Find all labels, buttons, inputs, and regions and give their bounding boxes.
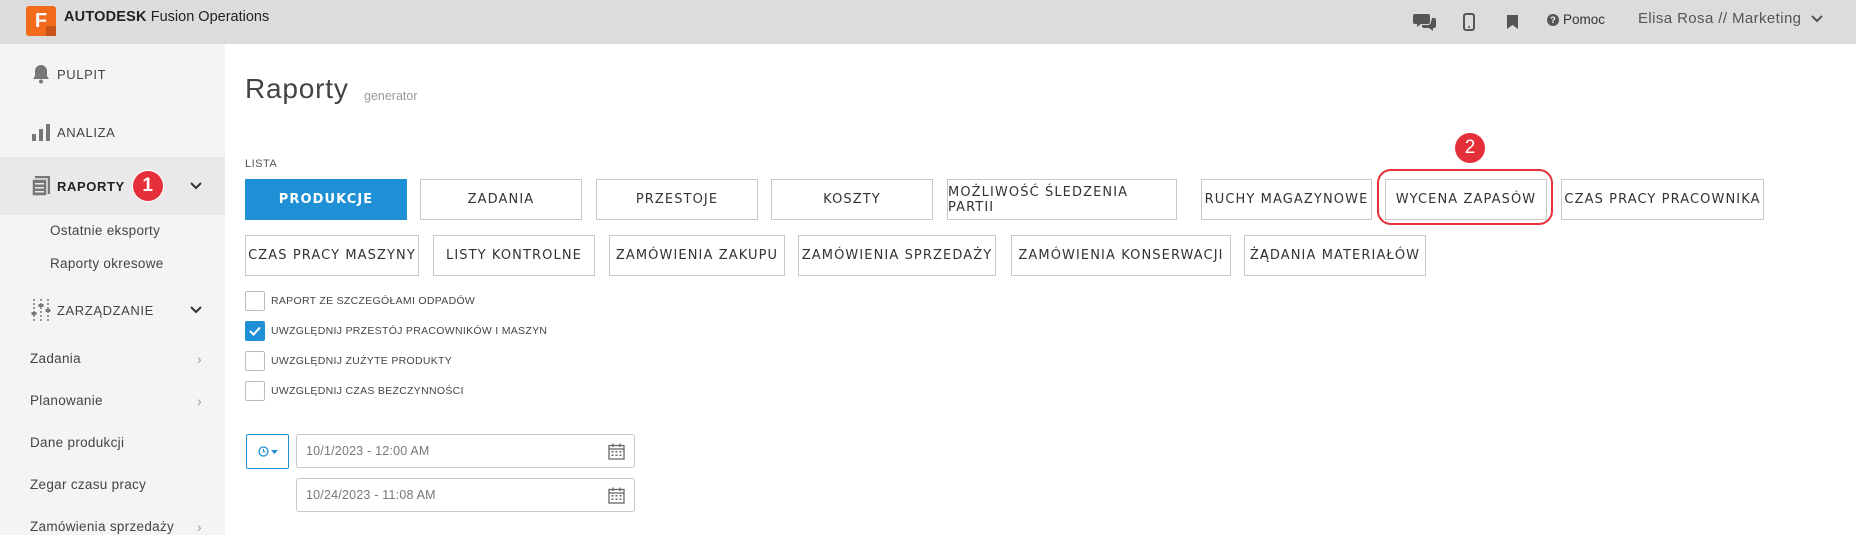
date-from-value: 10/1/2023 - 12:00 AM: [306, 444, 430, 458]
sidebar-item-label: PULPIT: [57, 66, 107, 82]
option-label: UWZGLĘDNIJ ZUŻYTE PRODUKTY: [271, 355, 453, 367]
annotation-badge-1: 1: [133, 171, 163, 201]
calendar-icon[interactable]: [608, 487, 625, 504]
report-button-zamowienia-konserwacji[interactable]: ZAMÓWIENIA KONSERWACJI: [1011, 235, 1231, 276]
chevron-right-icon: ›: [197, 393, 202, 409]
sidebar-item-label: Planowanie: [30, 393, 103, 408]
brand-product: Fusion Operations: [150, 9, 270, 25]
mobile-icon[interactable]: [1457, 10, 1481, 34]
sliders-icon: [28, 299, 54, 321]
report-button-przestoje[interactable]: PRZESTOJE: [596, 179, 758, 220]
report-button-zamowienia-zakupu[interactable]: ZAMÓWIENIA ZAKUPU: [609, 235, 785, 276]
time-range-dropdown[interactable]: [246, 434, 289, 469]
chat-icon[interactable]: [1413, 10, 1437, 34]
option-przestoj[interactable]: UWZGLĘDNIJ PRZESTÓJ PRACOWNIKÓW I MASZYN: [245, 321, 547, 341]
sidebar-item-zarzadzanie[interactable]: ZARZĄDZANIE: [0, 288, 225, 332]
top-bar: F AUTODESK Fusion Operations ? Pomoc Eli…: [0, 0, 1856, 44]
option-label: RAPORT ZE SZCZEGÓŁAMI ODPADÓW: [271, 295, 476, 307]
chevron-down-icon: [1811, 14, 1824, 22]
option-label: UWZGLĘDNIJ PRZESTÓJ PRACOWNIKÓW I MASZYN: [271, 325, 548, 337]
page-title: Raporty: [245, 73, 349, 104]
chevron-down-icon[interactable]: [190, 182, 202, 190]
annotation-badge-2: 2: [1455, 133, 1485, 163]
sidebar-item-analiza[interactable]: ANALIZA: [0, 112, 225, 152]
report-button-zamowienia-sprzedazy[interactable]: ZAMÓWIENIA SPRZEDAŻY: [798, 235, 996, 276]
checkbox[interactable]: [245, 351, 265, 371]
report-icon: [28, 175, 54, 197]
option-odpady[interactable]: RAPORT ZE SZCZEGÓŁAMI ODPADÓW: [245, 291, 475, 311]
help-link[interactable]: ? Pomoc: [1547, 12, 1605, 27]
sidebar-item-label: ZARZĄDZANIE: [57, 302, 154, 318]
annotation-highlight: [1377, 169, 1553, 225]
report-button-produkcje[interactable]: PRODUKCJE: [245, 179, 407, 220]
sidebar-subitem-ostatnie-eksporty[interactable]: Ostatnie eksporty: [50, 223, 160, 238]
bar-chart-icon: [28, 123, 54, 141]
checkmark-icon: [249, 326, 261, 336]
report-button-ruchy-magazynowe[interactable]: RUCHY MAGAZYNOWE: [1201, 179, 1372, 220]
sidebar-item-dane-produkcji[interactable]: Dane produkcji: [30, 435, 200, 450]
bell-icon: [28, 64, 54, 84]
sidebar-item-label: Zamówienia sprzedaży: [30, 519, 175, 534]
sidebar-item-label: RAPORTY: [57, 178, 125, 194]
date-to-field[interactable]: 10/24/2023 - 11:08 AM: [296, 478, 635, 512]
sidebar: PULPIT ANALIZA RAPORTY 1 Ostatnie ekspor…: [0, 44, 225, 535]
chevron-down-icon[interactable]: [190, 306, 202, 314]
sidebar-item-pulpit[interactable]: PULPIT: [0, 54, 225, 94]
report-button-czas-pracy-pracownika[interactable]: CZAS PRACY PRACOWNIKA: [1561, 179, 1764, 220]
option-label: UWZGLĘDNIJ CZAS BEZCZYNNOŚCI: [271, 385, 464, 397]
help-icon: ?: [1547, 13, 1559, 26]
checkbox[interactable]: [245, 291, 265, 311]
list-label: LISTA: [245, 158, 278, 170]
sidebar-item-label: ANALIZA: [57, 124, 116, 140]
checkbox[interactable]: [245, 381, 265, 401]
report-button-zadania-materialow[interactable]: ŻĄDANIA MATERIAŁÓW: [1244, 235, 1426, 276]
bookmark-icon[interactable]: [1500, 10, 1524, 34]
sidebar-item-zadania[interactable]: Zadania ›: [30, 351, 202, 367]
sidebar-item-label: Zadania: [30, 351, 81, 366]
brand-name: AUTODESK Fusion Operations: [64, 9, 269, 25]
calendar-icon[interactable]: [608, 443, 625, 460]
clock-icon: [257, 446, 269, 457]
option-zuzyte-produkty[interactable]: UWZGLĘDNIJ ZUŻYTE PRODUKTY: [245, 351, 452, 371]
report-button-mozliwosc-sledzenia-partii[interactable]: MOŻLIWOŚĆ ŚLEDZENIA PARTII: [947, 179, 1177, 220]
sidebar-item-label: Dane produkcji: [30, 435, 125, 450]
user-menu[interactable]: Elisa Rosa // Marketing: [1638, 10, 1824, 27]
date-to-value: 10/24/2023 - 11:08 AM: [306, 488, 436, 502]
report-button-czas-pracy-maszyny[interactable]: CZAS PRACY MASZYNY: [245, 235, 419, 276]
report-button-koszty[interactable]: KOSZTY: [771, 179, 933, 220]
caret-down-icon: [270, 449, 278, 454]
sidebar-item-planowanie[interactable]: Planowanie ›: [30, 393, 202, 409]
report-button-zadania[interactable]: ZADANIA: [420, 179, 582, 220]
page-subtitle: generator: [364, 89, 418, 103]
sidebar-subitem-raporty-okresowe[interactable]: Raporty okresowe: [50, 256, 164, 271]
app-logo[interactable]: F: [26, 6, 56, 36]
user-label: Elisa Rosa // Marketing: [1638, 10, 1802, 27]
brand-bold: AUTODESK: [64, 9, 147, 25]
sidebar-item-raporty[interactable]: RAPORTY 1: [0, 157, 225, 215]
sidebar-item-zegar-czasu-pracy[interactable]: Zegar czasu pracy: [30, 477, 200, 492]
sidebar-item-label: Zegar czasu pracy: [30, 477, 147, 492]
date-from-field[interactable]: 10/1/2023 - 12:00 AM: [296, 434, 635, 468]
chevron-right-icon: ›: [197, 351, 202, 367]
help-label: Pomoc: [1563, 12, 1606, 27]
chevron-right-icon: ›: [197, 519, 202, 535]
option-czas-bezczynnosci[interactable]: UWZGLĘDNIJ CZAS BEZCZYNNOŚCI: [245, 381, 464, 401]
sidebar-item-zamowienia-sprzedazy[interactable]: Zamówienia sprzedaży ›: [30, 519, 202, 535]
report-button-listy-kontrolne[interactable]: LISTY KONTROLNE: [433, 235, 595, 276]
checkbox-checked[interactable]: [245, 321, 265, 341]
